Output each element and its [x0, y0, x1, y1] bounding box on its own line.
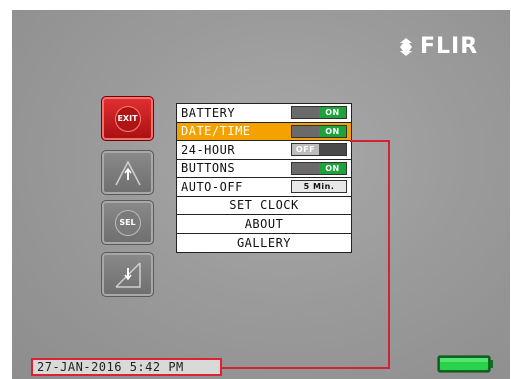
- brand-name: FLIR: [420, 34, 479, 59]
- menu-item-label: 24-HOUR: [181, 142, 236, 157]
- battery-toggle[interactable]: ON: [291, 106, 347, 120]
- menu-item-label: GALLERY: [236, 235, 292, 250]
- menu-item-buttons[interactable]: BUTTONS ON: [177, 160, 351, 178]
- sel-label: SEL: [119, 218, 136, 227]
- toggle-state: ON: [319, 162, 346, 174]
- date-time-toggle[interactable]: ON: [291, 124, 347, 138]
- menu-item-battery[interactable]: BATTERY ON: [177, 104, 351, 123]
- status-datetime: 27-JAN-2016 5:42 PM: [31, 358, 222, 376]
- toggle-off-segment: [292, 162, 319, 174]
- menu-item-set-clock[interactable]: SET CLOCK: [177, 197, 351, 215]
- menu-item-24-hour[interactable]: 24-HOUR OFF: [177, 141, 351, 160]
- toggle-state: ON: [319, 107, 346, 119]
- menu-item-gallery[interactable]: GALLERY: [177, 234, 351, 253]
- select-button[interactable]: SEL: [101, 200, 154, 245]
- sel-badge: SEL: [114, 209, 141, 236]
- down-button[interactable]: [101, 252, 154, 297]
- menu-item-label: BUTTONS: [181, 161, 236, 176]
- up-button[interactable]: [101, 150, 154, 195]
- device-frame: FLIR EXIT SEL BATTERY ON DATE/TIME ON 24…: [0, 0, 511, 379]
- menu-item-label: AUTO-OFF: [181, 179, 243, 194]
- auto-off-value[interactable]: 5 Min.: [291, 180, 347, 194]
- menu-item-label: ABOUT: [244, 216, 284, 231]
- brand-logo: FLIR: [396, 34, 478, 59]
- exit-badge: EXIT: [114, 105, 141, 132]
- settings-menu: BATTERY ON DATE/TIME ON 24-HOUR OFF BUTT…: [176, 103, 352, 253]
- toggle-state: OFF: [292, 144, 319, 156]
- menu-item-auto-off[interactable]: AUTO-OFF 5 Min.: [177, 178, 351, 197]
- arrow-down-icon: [114, 261, 141, 288]
- menu-item-about[interactable]: ABOUT: [177, 215, 351, 234]
- flir-logo-icon: [400, 37, 412, 56]
- battery-icon: [437, 355, 493, 373]
- menu-item-label: BATTERY: [181, 105, 236, 120]
- toggle-state: ON: [319, 125, 346, 137]
- 24-hour-toggle[interactable]: OFF: [291, 143, 347, 157]
- toggle-off-segment: [292, 107, 319, 119]
- menu-item-date-time[interactable]: DATE/TIME ON: [177, 122, 351, 141]
- exit-label: EXIT: [117, 114, 138, 123]
- exit-button[interactable]: EXIT: [101, 96, 154, 141]
- menu-item-label: SET CLOCK: [229, 198, 299, 213]
- arrow-up-icon: [114, 159, 141, 185]
- toggle-off-segment: [292, 125, 319, 137]
- menu-item-label: DATE/TIME: [181, 124, 251, 139]
- toggle-on-segment: [319, 144, 346, 156]
- buttons-toggle[interactable]: ON: [291, 161, 347, 175]
